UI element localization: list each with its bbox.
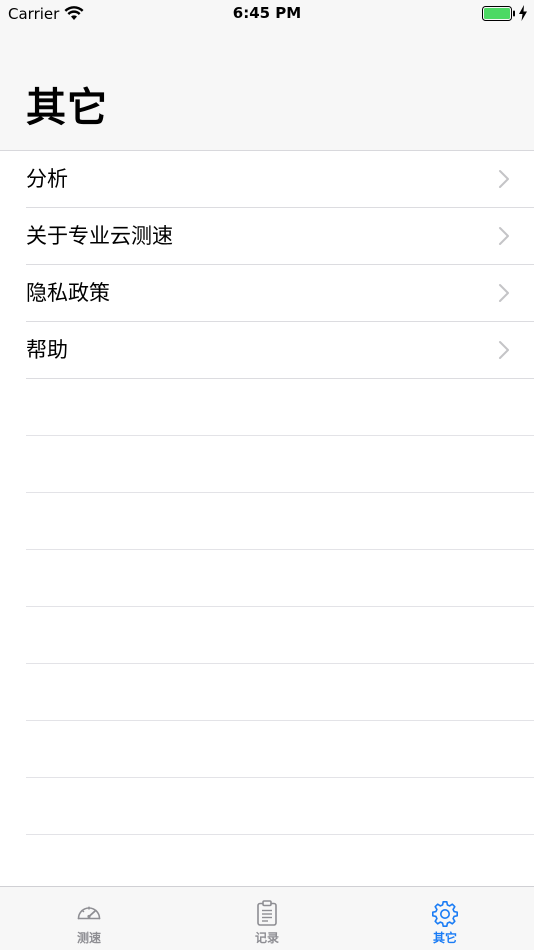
page-title: 其它: [26, 85, 108, 131]
clipboard-icon: [257, 900, 277, 926]
empty-row: [26, 607, 534, 664]
empty-row: [26, 379, 534, 436]
navigation-header: Carrier 6:45 PM 其它: [0, 0, 534, 151]
empty-row: [26, 493, 534, 550]
menu-item-analysis[interactable]: 分析: [26, 151, 534, 208]
chevron-right-icon: [499, 284, 509, 302]
tab-other[interactable]: 其它: [356, 887, 534, 950]
chevron-right-icon: [499, 341, 509, 359]
tab-records[interactable]: 记录: [178, 887, 356, 950]
tab-label: 测速: [76, 931, 101, 945]
tab-label: 其它: [432, 931, 457, 945]
status-time: 6:45 PM: [232, 4, 302, 22]
charging-bolt-icon: [519, 5, 527, 21]
menu-list: 分析 关于专业云测速 隐私政策 帮助: [0, 151, 534, 892]
chevron-right-icon: [499, 227, 509, 245]
menu-item-label: 关于专业云测速: [26, 224, 173, 248]
status-bar: Carrier 6:45 PM: [0, 0, 534, 28]
menu-item-label: 分析: [26, 167, 68, 191]
empty-row: [26, 721, 534, 778]
gear-icon: [432, 901, 458, 927]
tab-speed-test[interactable]: 测速: [0, 887, 178, 950]
empty-row: [26, 550, 534, 607]
speedometer-icon: [77, 906, 101, 920]
menu-item-help[interactable]: 帮助: [26, 322, 534, 379]
empty-row: [26, 436, 534, 493]
empty-row: [26, 835, 534, 892]
chevron-right-icon: [499, 170, 509, 188]
screen: Carrier 6:45 PM 其它 分析 关于专业云测速 隐私政策 帮助 测速…: [0, 0, 534, 950]
tab-label: 记录: [254, 931, 279, 945]
menu-item-privacy-policy[interactable]: 隐私政策: [26, 265, 534, 322]
battery-icon: [482, 6, 515, 21]
tab-bar: 测速 记录 其它: [0, 886, 534, 950]
empty-row: [26, 778, 534, 835]
menu-item-label: 帮助: [26, 338, 68, 362]
empty-row: [26, 664, 534, 721]
menu-item-about[interactable]: 关于专业云测速: [26, 208, 534, 265]
menu-item-label: 隐私政策: [26, 281, 110, 305]
